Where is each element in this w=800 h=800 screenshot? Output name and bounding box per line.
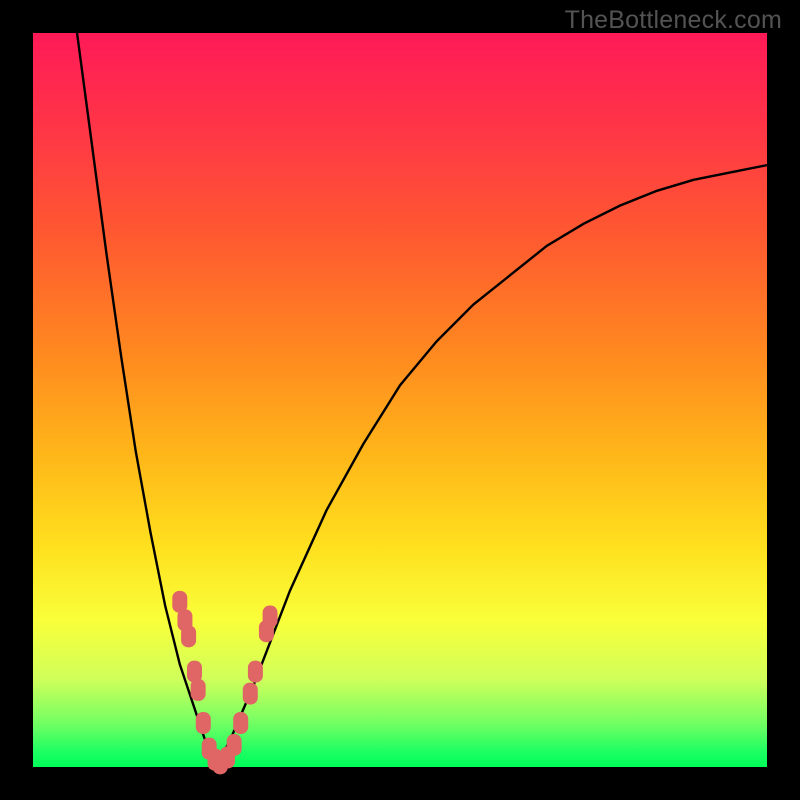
- chart-frame: TheBottleneck.com: [0, 0, 800, 800]
- marker-group: [172, 591, 277, 774]
- marker-point: [227, 734, 242, 756]
- curve-left-branch: [77, 33, 216, 767]
- marker-point: [248, 661, 263, 683]
- marker-point: [233, 712, 248, 734]
- marker-point: [243, 683, 258, 705]
- marker-point: [181, 625, 196, 647]
- marker-point: [196, 712, 211, 734]
- marker-point: [263, 606, 278, 628]
- plot-area: [33, 33, 767, 767]
- marker-point: [191, 679, 206, 701]
- watermark-text: TheBottleneck.com: [565, 6, 782, 35]
- chart-svg: [33, 33, 767, 767]
- curve-right-branch: [217, 165, 768, 767]
